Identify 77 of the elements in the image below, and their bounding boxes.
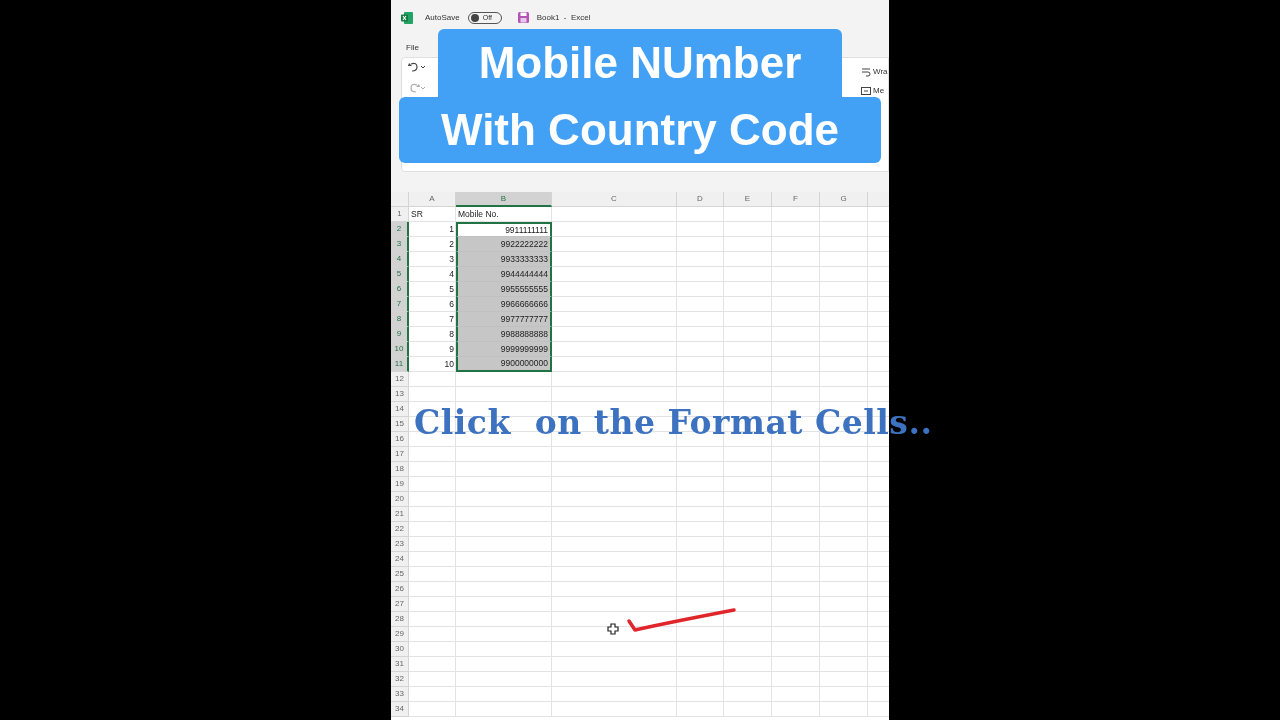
table-cell-text: 8: [448, 328, 455, 342]
row-number[interactable]: 23: [391, 537, 409, 552]
table-cell-text: 4: [448, 268, 455, 282]
column-header[interactable]: B: [456, 192, 552, 207]
table-cell: 9955555555: [456, 282, 552, 297]
table-cell-text: 2: [448, 238, 455, 252]
ribbon-label[interactable]: Me: [873, 85, 885, 97]
row-number[interactable]: 32: [391, 672, 409, 687]
table-cell: 9944444444: [456, 267, 552, 282]
row-number[interactable]: 22: [391, 522, 409, 537]
column-header[interactable]: G: [820, 192, 868, 207]
caption-banner: Mobile NUmber: [438, 29, 842, 97]
table-cell: 9977777777: [456, 312, 552, 327]
row-number[interactable]: 9: [391, 327, 409, 342]
table-cell-text: 6: [448, 298, 455, 312]
row-number[interactable]: 10: [391, 342, 409, 357]
row-number[interactable]: 24: [391, 552, 409, 567]
row-number[interactable]: 3: [391, 237, 409, 252]
row-number[interactable]: 16: [391, 432, 409, 447]
save-icon[interactable]: [517, 12, 529, 23]
table-cell-text: 3: [448, 253, 455, 267]
row-number[interactable]: 14: [391, 402, 409, 417]
document-title: Book1 - Excel: [536, 11, 591, 24]
row-number[interactable]: 19: [391, 477, 409, 492]
table-cell-text: 7: [448, 313, 455, 327]
table-cell: 9900000000: [456, 357, 552, 372]
table-cell: 9988888888: [456, 327, 552, 342]
row-number[interactable]: 15: [391, 417, 409, 432]
row-number[interactable]: 18: [391, 462, 409, 477]
row-number[interactable]: 33: [391, 687, 409, 702]
autosave-label: AutoSave: [425, 11, 460, 24]
row-number[interactable]: 11: [391, 357, 409, 372]
row-number[interactable]: 7: [391, 297, 409, 312]
merge-icon: [861, 86, 871, 96]
row-number[interactable]: 8: [391, 312, 409, 327]
file-tab[interactable]: File: [406, 42, 419, 54]
column-header[interactable]: F: [772, 192, 820, 207]
table-cell-text: 5: [448, 283, 455, 297]
table-cell-text: 9: [448, 343, 455, 357]
column-header[interactable]: D: [677, 192, 724, 207]
row-number[interactable]: 1: [391, 207, 409, 222]
table-cell: 9911111111: [456, 222, 552, 237]
row-number[interactable]: 4: [391, 252, 409, 267]
table-cell: 9966666666: [456, 297, 552, 312]
caption-banner: With Country Code: [399, 97, 881, 163]
row-number[interactable]: 27: [391, 597, 409, 612]
row-number[interactable]: 2: [391, 222, 409, 237]
column-header[interactable]: A: [409, 192, 456, 207]
redo-icon[interactable]: [407, 83, 425, 93]
row-number[interactable]: 25: [391, 567, 409, 582]
row-number[interactable]: 12: [391, 372, 409, 387]
cursor-icon: [607, 623, 619, 635]
undo-icon[interactable]: [407, 62, 425, 72]
table-cell: 9922222222: [456, 237, 552, 252]
row-number[interactable]: 30: [391, 642, 409, 657]
table-cell-text: 1: [448, 223, 455, 237]
table-cell: 9933333333: [456, 252, 552, 267]
table-cell-text: Mobile No.: [457, 208, 500, 222]
table-cell-text: 10: [443, 358, 455, 372]
row-number[interactable]: 21: [391, 507, 409, 522]
column-header[interactable]: C: [552, 192, 677, 207]
row-number[interactable]: 31: [391, 657, 409, 672]
row-number[interactable]: 34: [391, 702, 409, 717]
row-number[interactable]: 28: [391, 612, 409, 627]
row-number[interactable]: 6: [391, 282, 409, 297]
ribbon-label[interactable]: Wra: [873, 66, 888, 78]
wrap-text-icon: [861, 67, 871, 77]
row-number[interactable]: 20: [391, 492, 409, 507]
row-number[interactable]: 5: [391, 267, 409, 282]
table-cell: 9999999999: [456, 342, 552, 357]
excel-logo-icon: [401, 11, 413, 24]
column-header[interactable]: E: [724, 192, 772, 207]
row-number[interactable]: 29: [391, 627, 409, 642]
row-number[interactable]: 13: [391, 387, 409, 402]
row-number[interactable]: 17: [391, 447, 409, 462]
table-cell-text: SR: [410, 208, 424, 222]
row-number[interactable]: 26: [391, 582, 409, 597]
